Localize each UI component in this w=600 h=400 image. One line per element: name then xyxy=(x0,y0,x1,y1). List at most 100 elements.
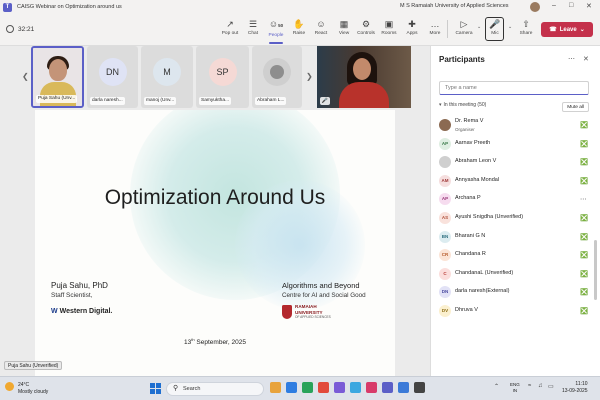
participant-row[interactable]: DN darla naresh(External) ❎ xyxy=(439,283,599,302)
video-tile[interactable]: Abraham L... xyxy=(252,46,302,108)
participant-row[interactable]: AM Annyasha Mondal ❎ xyxy=(439,172,599,191)
tile-name: darla naresh... xyxy=(90,97,125,105)
mic-toggle[interactable]: 🎤 Mic xyxy=(484,18,506,36)
taskbar-app-icon[interactable] xyxy=(398,382,409,393)
weather-desc[interactable]: Mostly cloudy xyxy=(18,389,48,395)
battery-icon[interactable]: ▭ xyxy=(548,383,554,390)
weather-temp[interactable]: 24°C xyxy=(18,382,29,388)
react-button[interactable]: ☺ React xyxy=(310,18,332,36)
taskbar-search[interactable]: ⚲ Search xyxy=(166,382,264,396)
scrollbar[interactable] xyxy=(594,240,597,300)
wifi-icon[interactable]: ≈ xyxy=(528,383,531,389)
share-icon: ⇧ xyxy=(522,19,530,29)
taskbar-app-icon[interactable] xyxy=(414,382,425,393)
maximize-icon[interactable]: □ xyxy=(569,2,573,9)
minimize-icon[interactable]: – xyxy=(552,2,556,9)
view-button[interactable]: ▦ View xyxy=(333,18,355,36)
western-digital-logo: W Western Digital. xyxy=(51,308,113,315)
leave-button[interactable]: ☎ Leave ⌄ xyxy=(541,22,593,37)
video-tile[interactable]: M manoj (Unv... xyxy=(141,46,193,108)
university-logo: RAMAIAH UNIVERSITY OF APPLIED SCIENCES xyxy=(282,304,331,321)
share-button[interactable]: ⇧ Share xyxy=(515,18,537,36)
close-icon[interactable]: ✕ xyxy=(586,2,592,10)
user-avatar[interactable] xyxy=(530,2,540,12)
meeting-section-header[interactable]: ▾ In this meeting (50) Mute all xyxy=(439,102,589,112)
avatar: CR xyxy=(439,249,451,262)
taskbar-app-icon[interactable] xyxy=(318,382,329,393)
participant-row[interactable]: AP Archana P ⋯ xyxy=(439,190,599,209)
shared-presentation: Optimization Around Us Puja Sahu, PhD St… xyxy=(35,110,395,376)
participant-row[interactable]: DV Dhruva V ❎ xyxy=(439,302,599,321)
chevron-left-icon[interactable]: ❮ xyxy=(22,72,29,81)
mic-off-icon: ❎ xyxy=(580,307,589,315)
rooms-button[interactable]: ▣ Rooms xyxy=(378,18,400,36)
chevron-up-icon[interactable]: ⌃ xyxy=(494,383,499,390)
raise-hand-button[interactable]: ✋ Raise xyxy=(288,18,310,36)
video-tile[interactable]: Puja Sahu (Unv... xyxy=(31,46,84,108)
chevron-down-icon: ⌄ xyxy=(579,27,585,33)
participant-row[interactable]: BN Bharani G N ❎ xyxy=(439,228,599,247)
mic-off-icon: ❎ xyxy=(580,252,589,260)
hand-icon: ✋ xyxy=(293,19,305,29)
more-icon[interactable]: ⋯ xyxy=(568,55,575,63)
taskbar-app-icon[interactable] xyxy=(382,382,393,393)
presenter-tag: Puja Sahu (Unverified) xyxy=(4,361,63,370)
weather-icon[interactable] xyxy=(5,382,14,391)
teams-app-icon: T xyxy=(3,2,12,12)
chevron-down-icon[interactable]: ⌄ xyxy=(477,24,481,30)
close-icon[interactable]: ✕ xyxy=(583,55,589,63)
speaker-icon[interactable]: ♫ xyxy=(538,383,543,389)
video-tile[interactable]: DN darla naresh... xyxy=(87,46,138,108)
participant-row[interactable]: C ChandanaL (Unverified) ❎ xyxy=(439,265,599,284)
shield-icon xyxy=(282,305,292,320)
mic-off-icon: ❎ xyxy=(580,159,589,167)
chevron-down-icon[interactable]: ⌄ xyxy=(508,24,512,30)
avatar xyxy=(263,58,291,86)
shield-icon xyxy=(6,25,14,33)
chat-button[interactable]: ☰ Chat xyxy=(242,18,264,36)
language-indicator[interactable]: ENG IN xyxy=(510,382,520,394)
pop-out-icon: ↗ xyxy=(226,19,234,29)
apps-button[interactable]: ✚ Apps xyxy=(401,18,423,36)
search-field[interactable] xyxy=(439,81,589,95)
avatar: AP xyxy=(439,137,451,150)
camera-button[interactable]: ▷ Camera xyxy=(453,18,475,36)
participant-row[interactable]: CR Chandana R ❎ xyxy=(439,246,599,265)
taskbar-app-icon[interactable] xyxy=(302,382,313,393)
participant-row[interactable]: AP Aarnav Preeth ❎ xyxy=(439,135,599,154)
title-bar: T CAISG Webinar on Optimization around u… xyxy=(0,0,600,14)
mute-all-button[interactable]: Mute all xyxy=(562,102,589,112)
clock[interactable]: 11:10 13-09-2025 xyxy=(562,381,588,395)
rooms-icon: ▣ xyxy=(384,19,394,29)
controls-button[interactable]: ⚙ Controls xyxy=(355,18,377,36)
participant-row[interactable]: Dr. Rema V Organiser ❎ xyxy=(439,116,599,135)
mic-off-icon: 🎤 xyxy=(320,97,330,105)
gear-icon: ⚙ xyxy=(361,19,371,29)
window-title: CAISG Webinar on Optimization around us xyxy=(17,4,122,10)
taskbar-app-icon[interactable] xyxy=(350,382,361,393)
taskbar-app-icon[interactable] xyxy=(334,382,345,393)
spotlight-video[interactable]: 🎤 xyxy=(317,46,411,108)
avatar: C xyxy=(439,267,451,280)
meeting-stage: ❮ Puja Sahu (Unv... DN darla naresh... M… xyxy=(0,46,429,376)
people-button[interactable]: ☺50 People xyxy=(265,18,287,44)
people-count: 50 xyxy=(278,23,284,28)
smiley-icon: ☺ xyxy=(316,19,326,29)
org-name[interactable]: M S Ramaiah University of Applied Scienc… xyxy=(400,3,509,9)
participant-row[interactable]: Abraham Leon V ❎ xyxy=(439,153,599,172)
participant-row[interactable]: AS Ayushi Snigdha (Unverified) ❎ xyxy=(439,209,599,228)
taskbar-app-icon[interactable] xyxy=(286,382,297,393)
avatar: BN xyxy=(439,230,451,243)
more-button[interactable]: … More xyxy=(424,18,446,36)
start-button[interactable] xyxy=(150,383,161,394)
mic-off-icon: ❎ xyxy=(580,177,589,185)
chevron-right-icon[interactable]: ❯ xyxy=(306,72,313,81)
taskbar-app-icon[interactable] xyxy=(366,382,377,393)
taskbar-app-icon[interactable] xyxy=(270,382,281,393)
more-icon[interactable]: ⋯ xyxy=(580,195,587,203)
pop-out-button[interactable]: ↗ Pop out xyxy=(219,18,241,36)
series-subtitle: Centre for AI and Social Good xyxy=(282,292,366,299)
mic-off-icon: ❎ xyxy=(580,122,589,129)
video-tile[interactable]: SP Samyuktha... xyxy=(196,46,249,108)
search-input[interactable] xyxy=(440,82,588,94)
